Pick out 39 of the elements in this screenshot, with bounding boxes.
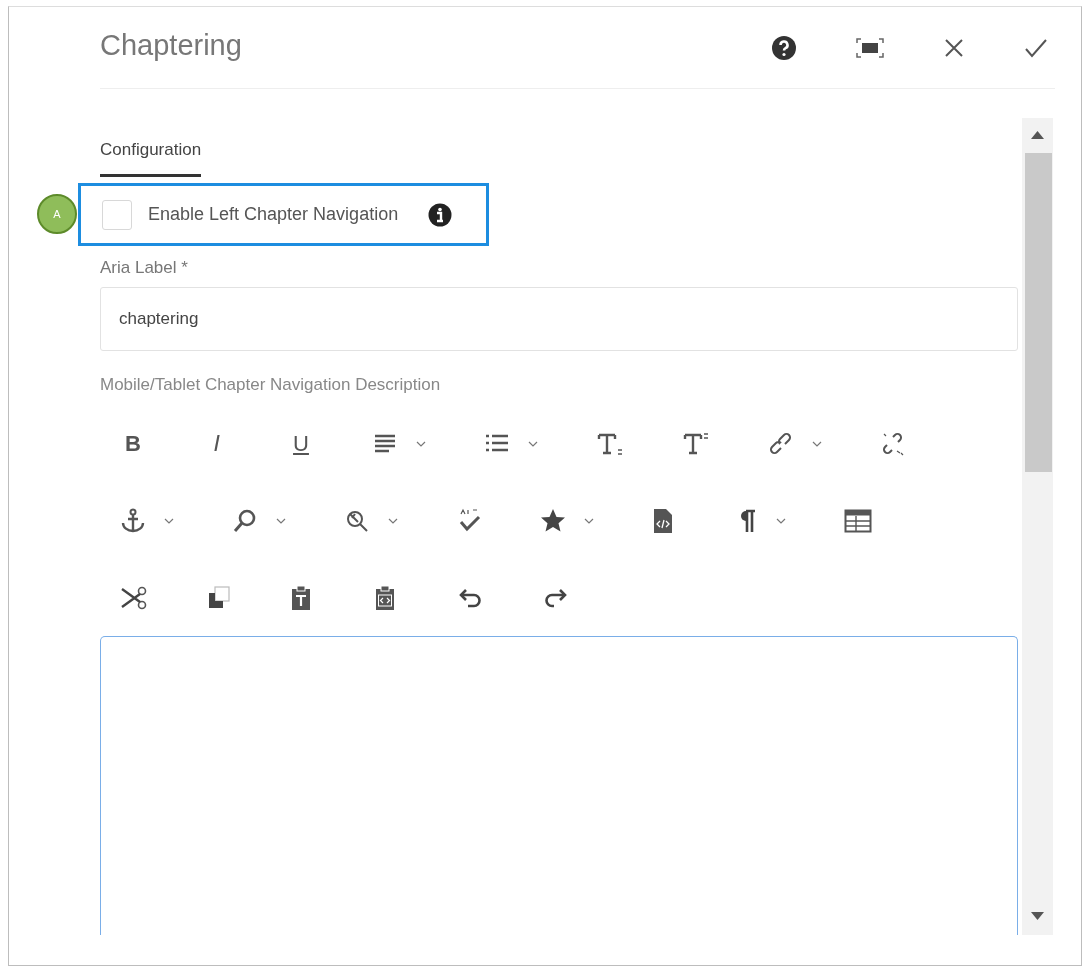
- search-icon: [232, 507, 258, 534]
- help-icon: [771, 34, 797, 61]
- broken-link-icon: [880, 430, 906, 457]
- checkbox[interactable]: [102, 199, 132, 230]
- chevron-down-icon: [416, 440, 426, 447]
- chevron-down-icon: [164, 517, 174, 524]
- field-label: Aria Label *: [100, 258, 188, 278]
- underline-button[interactable]: U: [279, 421, 323, 466]
- link-icon: [768, 430, 794, 457]
- chevron-down-icon: [812, 440, 822, 447]
- copy-icon: [206, 584, 232, 611]
- anchor-icon: [120, 507, 146, 534]
- scrollbar[interactable]: [1022, 118, 1053, 935]
- code-file-icon: [652, 507, 674, 534]
- chevron-down-icon: [528, 440, 538, 447]
- close-icon: [943, 36, 965, 59]
- chevron-down-icon: [584, 517, 594, 524]
- table-icon: [844, 507, 872, 534]
- aria-label-field[interactable]: chaptering: [100, 287, 1018, 351]
- scroll-down-icon[interactable]: [1031, 912, 1044, 920]
- bold-button[interactable]: B: [111, 421, 155, 466]
- star-icon: [540, 507, 566, 534]
- dialog-title: Chaptering: [100, 29, 243, 63]
- chevron-down-icon: [388, 517, 398, 524]
- paste-code-icon: [374, 584, 396, 611]
- field-label: Mobile/Tablet Chapter Navigation Description: [100, 375, 441, 395]
- fullscreen-icon: [855, 36, 885, 59]
- info-icon[interactable]: [428, 202, 453, 227]
- tab[interactable]: Configuration: [100, 140, 202, 177]
- chevron-down-icon: [276, 517, 286, 524]
- callout-badge: A: [37, 194, 77, 234]
- superscript-icon: [682, 430, 710, 457]
- italic-button[interactable]: I: [195, 421, 239, 466]
- paste-text-icon: [290, 584, 312, 611]
- scissors-icon: [120, 584, 148, 611]
- chevron-down-icon: [776, 517, 786, 524]
- scroll-up-icon[interactable]: [1031, 131, 1044, 139]
- scroll-thumb[interactable]: [1025, 153, 1052, 472]
- checkbox-label: Enable Left Chapter Navigation: [148, 204, 399, 225]
